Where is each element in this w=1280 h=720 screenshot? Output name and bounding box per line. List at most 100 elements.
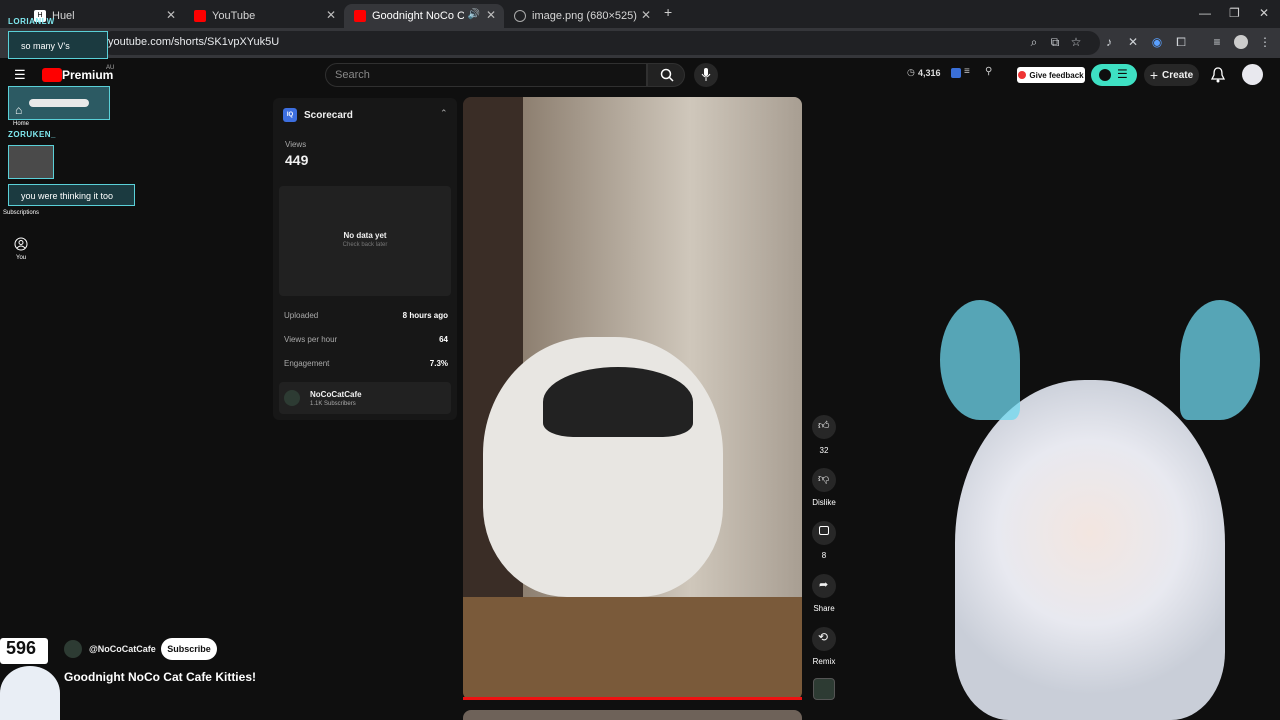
vtuber-right-ear <box>1180 300 1260 420</box>
search-icon <box>660 68 674 82</box>
pin-icon[interactable]: ⚲ <box>985 66 992 77</box>
url-text: youtube.com/shorts/SK1vpXYuk5U <box>108 36 280 48</box>
search-button[interactable] <box>647 63 685 87</box>
vtuber-avatar <box>955 380 1225 720</box>
tab-image[interactable]: image.png (680×525) ✕ <box>504 4 659 28</box>
chart-placeholder: No data yet Check back later <box>279 186 451 296</box>
globe-icon <box>514 10 526 22</box>
channel-handle[interactable]: @NoCoCatCafe <box>89 644 156 654</box>
vtuber-chibi-avatar <box>0 666 60 720</box>
stat-value: 8 hours ago <box>402 311 448 320</box>
share-button[interactable]: ➦ <box>812 574 836 598</box>
extension-pill-button[interactable]: ☰ <box>1091 64 1137 86</box>
counter-value: 596 <box>6 638 37 658</box>
like-button[interactable]: 👍︎ <box>812 415 836 439</box>
microphone-icon <box>701 68 711 81</box>
tab-goodnight[interactable]: Goodnight NoCo Cat Cafe 🔊 ✕ <box>344 4 504 28</box>
youtube-favicon <box>354 10 366 22</box>
remix-button[interactable]: ⟲ <box>812 627 836 651</box>
emote-panel <box>8 86 110 120</box>
voice-search-button[interactable] <box>694 63 718 87</box>
url-field[interactable]: youtube.com/shorts/SK1vpXYuk5U <box>100 31 1100 55</box>
dislike-button[interactable]: 👎︎ <box>812 468 836 492</box>
chat-message: so many V's <box>21 41 70 51</box>
notifications-bell-icon[interactable] <box>1211 67 1225 83</box>
profile-avatar[interactable] <box>1234 35 1248 49</box>
chat-bubble: you were thinking it too <box>8 184 135 206</box>
zoom-icon[interactable]: ⌕ <box>1027 35 1041 49</box>
views-label: Views <box>285 140 307 149</box>
subscribe-button[interactable]: Subscribe <box>161 638 217 660</box>
close-icon[interactable]: ✕ <box>326 8 336 22</box>
create-label: Create <box>1162 69 1194 81</box>
comment-count: 8 <box>821 551 827 560</box>
bookmark-star-icon[interactable]: ☆ <box>1069 35 1083 49</box>
video-progress-bar[interactable] <box>463 697 802 700</box>
thumbs-down-icon: 👎︎ <box>818 473 830 485</box>
account-avatar[interactable] <box>1242 64 1263 85</box>
plus-icon: + <box>1149 67 1159 83</box>
youtube-logo[interactable] <box>42 68 62 82</box>
stat-row: Uploaded 8 hours ago <box>284 311 448 320</box>
you-icon[interactable] <box>14 237 28 251</box>
nav-subscriptions-label[interactable]: Subscriptions <box>3 210 39 216</box>
create-button[interactable]: + Create <box>1144 64 1199 86</box>
extension-icon[interactable]: ◉ <box>1150 35 1164 49</box>
channel-avatar[interactable] <box>64 640 82 658</box>
close-icon[interactable]: ✕ <box>486 8 496 22</box>
channel-subscribers: 1.1K Subscribers <box>310 401 356 407</box>
search-placeholder: Search <box>335 69 370 81</box>
channel-avatar <box>284 390 300 406</box>
extension-badge-icon[interactable] <box>951 68 961 78</box>
channel-name: NoCoCatCafe <box>310 390 362 399</box>
nav-you-label[interactable]: You <box>16 255 26 261</box>
speaker-icon[interactable]: 🔊 <box>468 9 480 20</box>
tab-label: image.png (680×525) <box>532 10 637 22</box>
sound-thumbnail[interactable] <box>813 678 835 700</box>
close-icon[interactable]: ✕ <box>166 8 176 22</box>
give-feedback-button[interactable]: Give feedback <box>1017 67 1085 83</box>
feedback-icon <box>1018 71 1027 79</box>
youtube-favicon <box>194 10 206 22</box>
tab-label: Huel <box>52 10 75 22</box>
close-icon[interactable]: ✕ <box>641 8 651 22</box>
stream-counter: 596 <box>0 638 48 664</box>
stat-label: Uploaded <box>284 311 319 320</box>
share-icon: ➦ <box>819 579 829 591</box>
comments-button[interactable] <box>812 521 836 545</box>
check-back-text: Check back later <box>342 242 388 248</box>
shorts-video-player[interactable] <box>463 97 802 700</box>
stat-value: 7.3% <box>429 359 448 368</box>
media-icon[interactable]: ♪ <box>1102 35 1116 49</box>
new-tab-icon[interactable]: + <box>664 4 672 20</box>
comment-icon <box>819 526 829 535</box>
scorecard-title: Scorecard <box>304 110 353 121</box>
collapse-chevron-icon[interactable]: ⌃ <box>440 108 448 119</box>
puzzle-icon[interactable]: ⧠ <box>1174 35 1188 49</box>
list-icon[interactable]: ≡ <box>964 66 970 77</box>
stat-label: Engagement <box>284 359 330 368</box>
chat-username: ZORUKEN_ <box>8 130 57 139</box>
chat-bubble: so many V's <box>8 31 108 59</box>
share-label: Share <box>813 604 835 613</box>
minimize-icon[interactable]: — <box>1199 6 1211 20</box>
video-title: Goodnight NoCo Cat Cafe Kitties! <box>64 670 256 684</box>
nav-home-label[interactable]: Home <box>13 121 29 127</box>
remix-icon: ⟲ <box>818 630 829 644</box>
extension-icon[interactable]: ✕ <box>1126 35 1140 49</box>
tab-youtube[interactable]: YouTube ✕ <box>184 4 344 28</box>
window-close-icon[interactable]: ✕ <box>1259 6 1269 20</box>
menu-icon[interactable]: ⋮ <box>1258 35 1272 49</box>
maximize-icon[interactable]: ❐ <box>1229 6 1240 20</box>
next-video-preview[interactable] <box>463 710 802 720</box>
menu-icon: ☰ <box>1117 67 1128 81</box>
stat-label: Views per hour <box>284 335 338 344</box>
hamburger-menu-icon[interactable]: ☰ <box>14 67 26 83</box>
vidiq-logo-icon: IQ <box>283 108 297 122</box>
home-icon[interactable]: ⌂ <box>15 103 22 117</box>
search-input[interactable]: Search <box>325 63 647 87</box>
emote-image <box>29 99 89 107</box>
playlist-icon[interactable]: ≡ <box>1210 35 1224 49</box>
channel-card[interactable]: NoCoCatCafe 1.1K Subscribers <box>279 382 451 414</box>
install-icon[interactable]: ⧉ <box>1048 35 1062 49</box>
